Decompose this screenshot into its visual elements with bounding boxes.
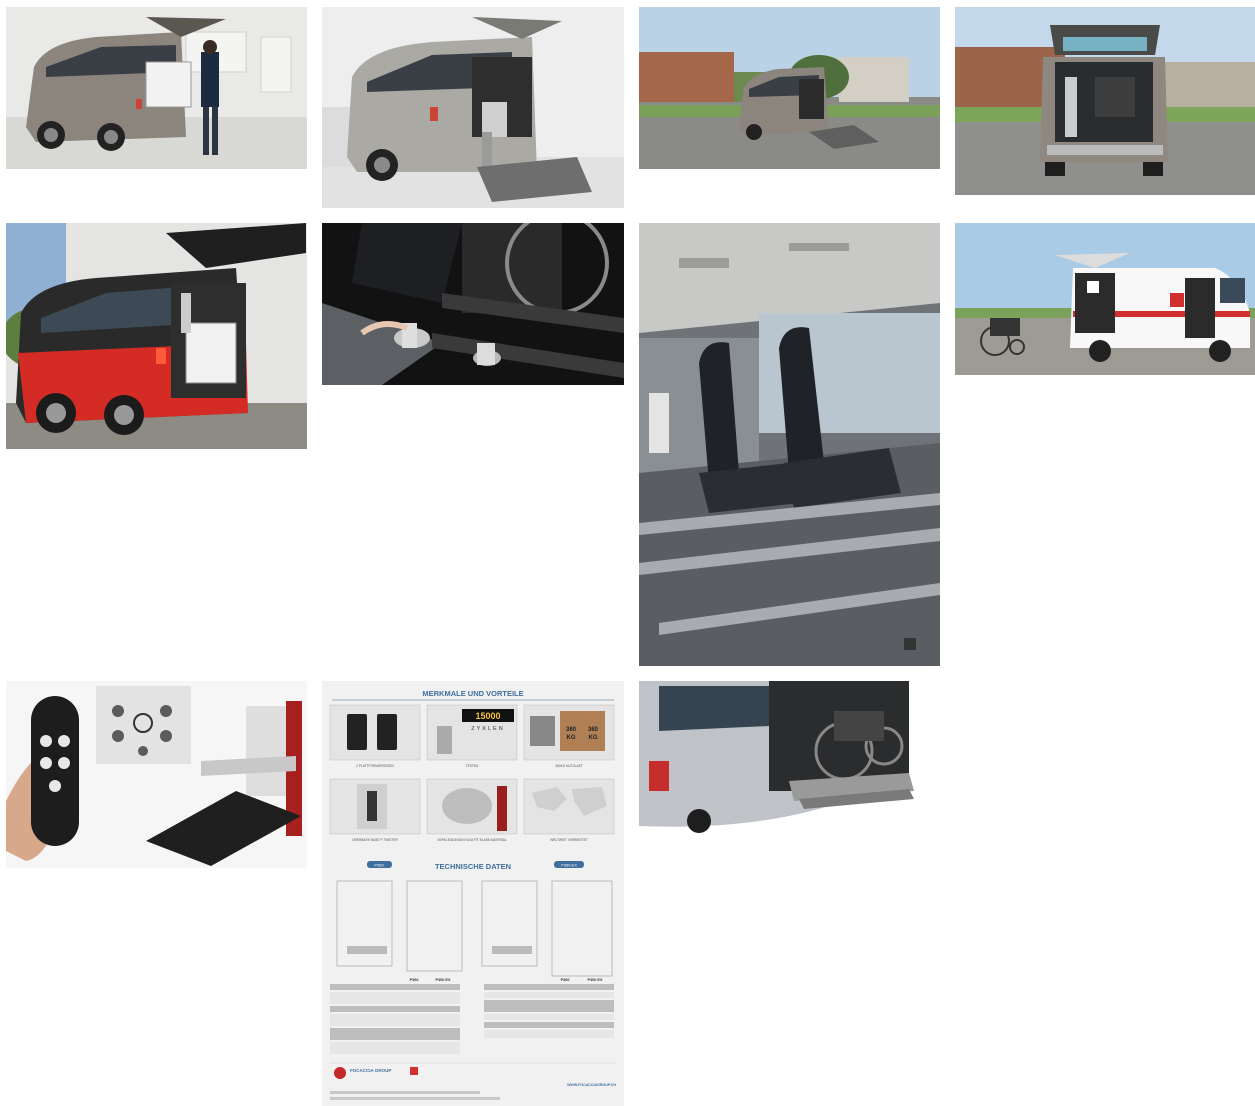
feature-caption-2: TESTED (466, 764, 479, 768)
spec-col-model-4: P360 EX (588, 978, 603, 982)
spec-col-model-2: P360 EX (436, 978, 451, 982)
gallery-photo-remote-lift-product[interactable] (6, 681, 307, 868)
photo-van-outdoor-image (639, 7, 940, 169)
gallery-photo-van-rear-open[interactable] (955, 7, 1255, 195)
photo-red-van-image (6, 223, 307, 449)
gallery-photo-van-showroom[interactable] (6, 7, 307, 169)
brochure-image: MERKMALE UND VORTEILE 15000 ZYKLEN 360 K… (322, 681, 624, 1106)
gallery-photo-side-door-platform[interactable] (639, 681, 940, 833)
photo-remote-image (6, 681, 307, 868)
photo-van-rear-platform-image (322, 7, 624, 208)
feature-caption-1: 2 PLATTFORMGRÖSSEN (356, 764, 394, 768)
brochure-weight-1: 360 (566, 727, 577, 733)
tech-model-tag-1: P360 (374, 863, 384, 868)
gallery-photo-van-interior[interactable] (639, 223, 940, 666)
brochure-weight-unit-2: KG (589, 735, 598, 741)
spec-col-model-3: P360 (561, 978, 570, 982)
brochure-header: MERKMALE UND VORTEILE (422, 689, 523, 698)
brochure-counter-unit: ZYKLEN (471, 726, 504, 732)
feature-caption-6: WELTWEIT VERBREITET (550, 838, 587, 842)
gallery-brochure[interactable]: MERKMALE UND VORTEILE 15000 ZYKLEN 360 K… (322, 681, 624, 1106)
brochure-counter: 15000 (475, 711, 500, 721)
gallery-photo-red-van-lift[interactable] (6, 223, 307, 449)
spec-col-model-1: P360 (410, 978, 419, 982)
photo-ambulance-image (955, 223, 1255, 375)
feature-caption-3: 360KG NUTZLAST (555, 764, 582, 768)
brochure-weight-unit-1: KG (567, 735, 576, 741)
feature-caption-4: DREHBARE BASE P-TWISTER (352, 838, 398, 842)
gallery-photo-van-rear-platform[interactable] (322, 7, 624, 208)
gallery-photo-van-outdoor-platform[interactable] (639, 7, 940, 169)
photo-side-door-image (639, 681, 940, 833)
photo-anchor-image (322, 223, 624, 385)
photo-interior-image (639, 223, 940, 666)
photo-van-rear-open-image (955, 7, 1255, 195)
tech-model-tag-2: P360 EX (561, 863, 577, 868)
photo-van-showroom-image (6, 7, 307, 169)
tech-header: TECHNISCHE DATEN (435, 862, 511, 871)
brochure-brand: FOCACCIA GROUP (350, 1068, 391, 1073)
gallery-photo-ambulance-van[interactable] (955, 223, 1255, 375)
brochure-website: WWW.FOCACCIAGROUP.CH (567, 1083, 616, 1087)
feature-caption-5: VERKLEIDUNGEN SLIM-FIT IN ABS-MATERIAL (437, 838, 507, 842)
brochure-weight-2: 360 (588, 727, 599, 733)
gallery-photo-wheelchair-anchor[interactable] (322, 223, 624, 385)
